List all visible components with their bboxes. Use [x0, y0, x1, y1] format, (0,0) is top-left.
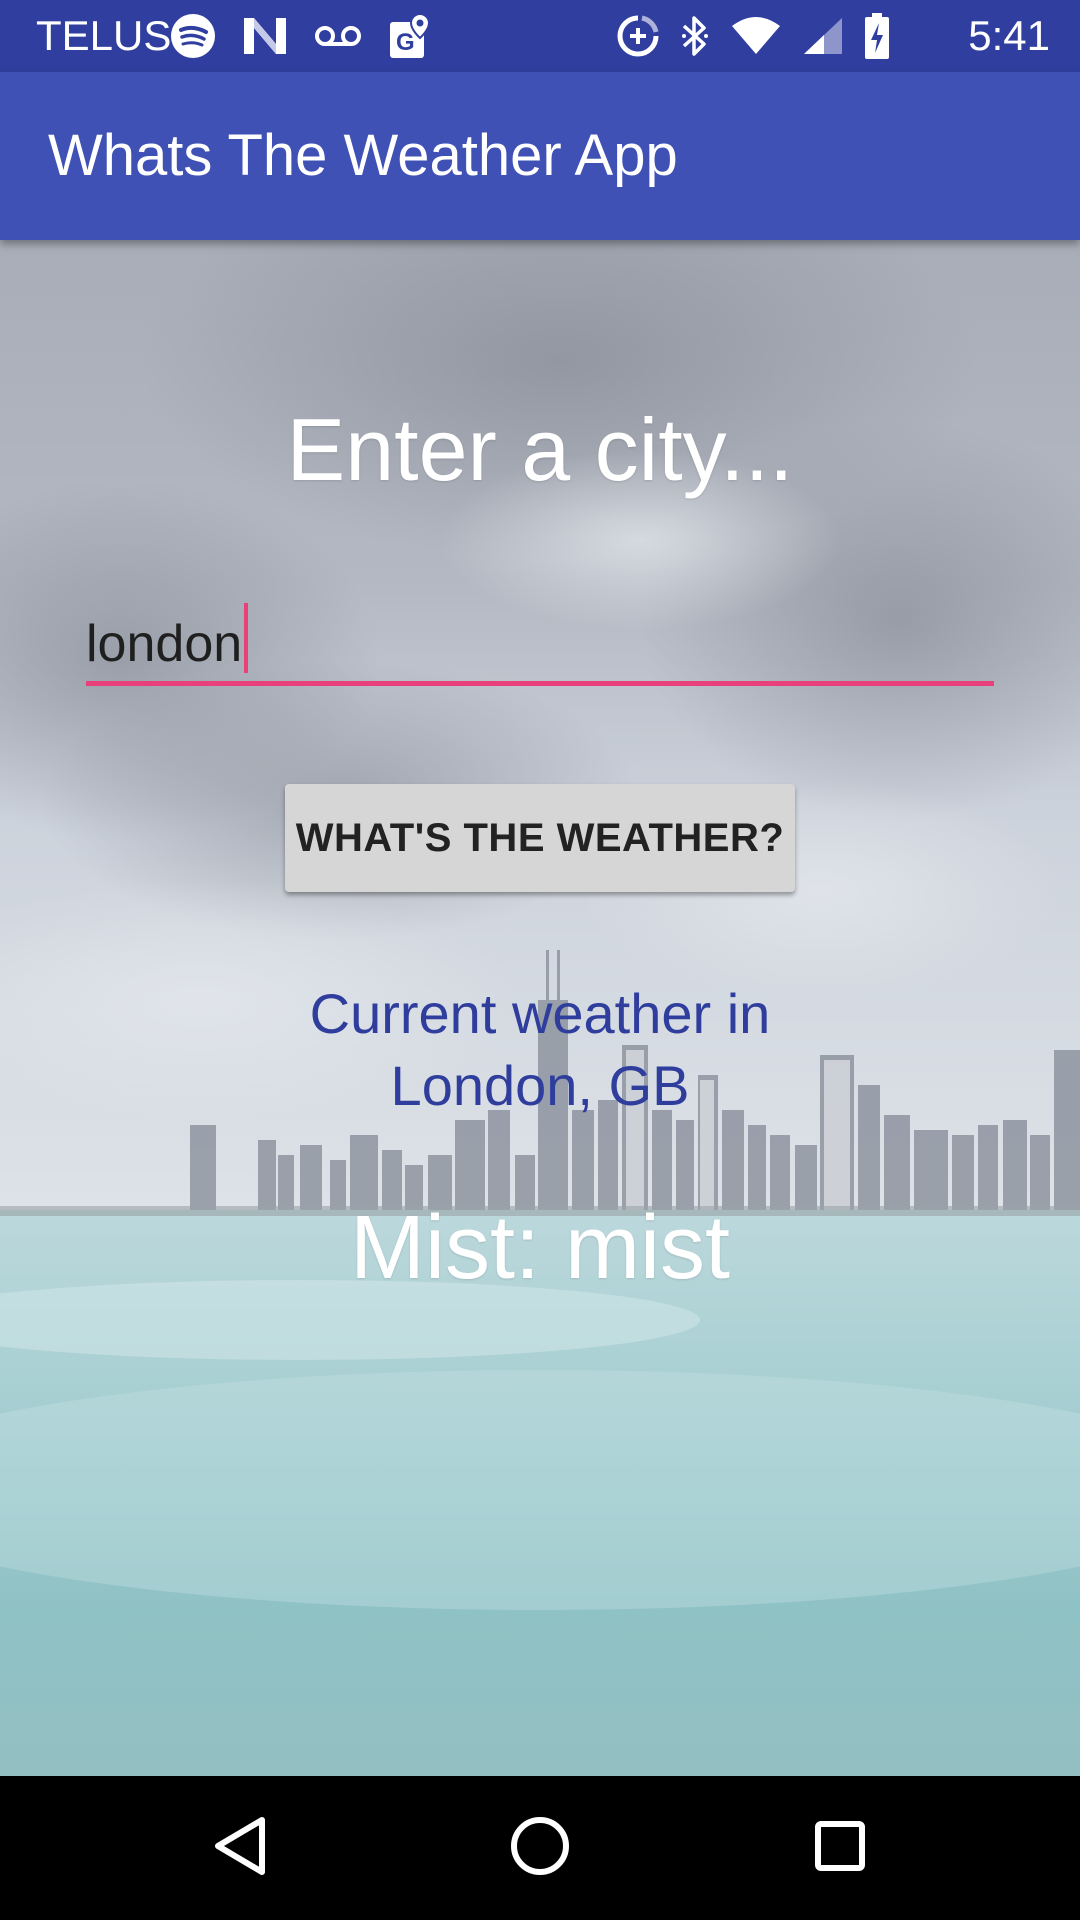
- back-button[interactable]: [200, 1812, 280, 1884]
- home-button[interactable]: [500, 1812, 580, 1884]
- result-heading: Current weather in London, GB: [0, 978, 1080, 1122]
- voicemail-icon: [314, 24, 362, 48]
- city-prompt-label: Enter a city...: [286, 400, 794, 499]
- maps-icon: G: [388, 12, 432, 60]
- notification-icons: G: [170, 10, 432, 62]
- city-input-text: london: [86, 615, 243, 673]
- city-input-value[interactable]: london: [86, 603, 249, 676]
- text-cursor: [244, 603, 249, 673]
- home-icon: [509, 1815, 571, 1882]
- city-input[interactable]: london: [86, 595, 994, 686]
- carrier-name: TELUS: [36, 12, 172, 59]
- n-logo-icon: [242, 16, 288, 56]
- phone-screen: TELUS G 5:41 Whats The Weather App Enter…: [0, 0, 1080, 1920]
- app-title: Whats The Weather App: [48, 123, 678, 188]
- svg-text:G: G: [396, 29, 415, 56]
- system-icons: [616, 10, 890, 62]
- status-clock: 5:41: [968, 12, 1050, 59]
- whats-the-weather-button[interactable]: WHAT'S THE WEATHER?: [285, 784, 795, 892]
- navigation-bar: [0, 1776, 1080, 1920]
- data-saver-icon: [616, 14, 660, 58]
- recents-button[interactable]: [800, 1812, 880, 1884]
- recents-icon: [814, 1820, 866, 1877]
- back-icon: [212, 1815, 268, 1882]
- wifi-icon: [730, 16, 782, 56]
- battery-charging-icon: [864, 13, 890, 59]
- signal-icon: [802, 16, 844, 56]
- result-heading-line2: London, GB: [390, 1054, 690, 1117]
- weather-result-text: Mist: mist: [350, 1198, 730, 1298]
- spotify-icon: [170, 13, 216, 59]
- main-content: Enter a city... london WHAT'S THE WEATHE…: [0, 240, 1080, 1776]
- app-bar: Whats The Weather App: [0, 72, 1080, 240]
- status-bar: TELUS G 5:41: [0, 0, 1080, 72]
- bluetooth-icon: [680, 14, 710, 58]
- result-heading-line1: Current weather in: [309, 982, 771, 1045]
